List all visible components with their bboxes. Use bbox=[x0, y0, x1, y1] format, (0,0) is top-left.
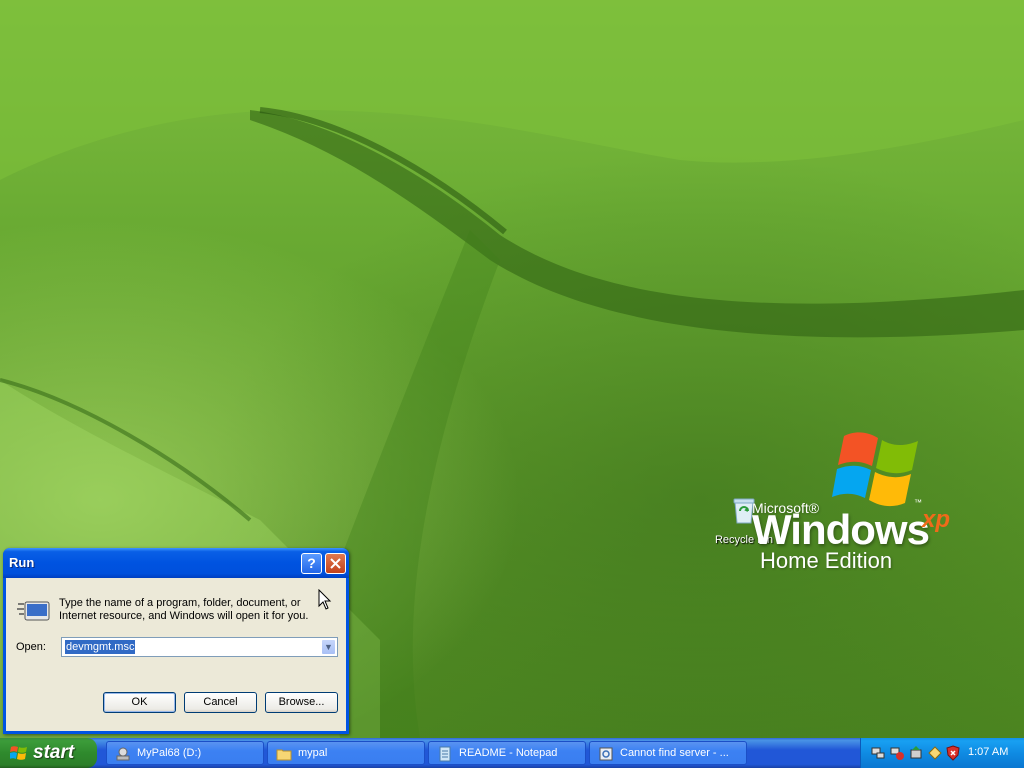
windows-flag-icon bbox=[10, 746, 27, 760]
taskbar-button-label: README - Notepad bbox=[459, 747, 558, 759]
update-icon[interactable] bbox=[927, 745, 943, 761]
close-icon bbox=[330, 558, 341, 569]
start-label: start bbox=[33, 742, 75, 763]
windows-xp-logo: Microsoft® Windows ™ xp Home Edition bbox=[752, 428, 982, 578]
taskbar-button-browser[interactable]: Cannot find server - ... bbox=[589, 741, 747, 765]
start-button[interactable]: start bbox=[0, 738, 97, 768]
cancel-button[interactable]: Cancel bbox=[184, 692, 257, 713]
clock[interactable]: 1:07 AM bbox=[968, 746, 1008, 758]
taskbar-button-label: Cannot find server - ... bbox=[620, 747, 729, 759]
taskbar-button-readme-notepad[interactable]: README - Notepad bbox=[428, 741, 586, 765]
safely-remove-icon[interactable] bbox=[908, 745, 924, 761]
network-alert-icon[interactable] bbox=[889, 745, 905, 761]
chevron-down-icon: ▼ bbox=[324, 642, 333, 652]
run-dialog-title: Run bbox=[9, 555, 35, 570]
open-combobox[interactable]: devmgmt.msc ▼ bbox=[61, 637, 338, 657]
help-icon: ? bbox=[307, 555, 316, 571]
taskbar: start MyPal68 (D:) mypal README - Notepa… bbox=[0, 738, 1024, 768]
help-button[interactable]: ? bbox=[301, 553, 322, 574]
open-input-value[interactable]: devmgmt.msc bbox=[65, 640, 136, 654]
run-program-icon bbox=[17, 601, 50, 621]
browse-button[interactable]: Browse... bbox=[265, 692, 338, 713]
system-tray: 1:07 AM bbox=[860, 738, 1024, 768]
run-dialog-body: Type the name of a program, folder, docu… bbox=[6, 578, 346, 731]
run-dialog: Run ? Type the name of a program, folder… bbox=[3, 548, 349, 734]
drive-icon bbox=[116, 747, 130, 761]
taskbar-button-label: MyPal68 (D:) bbox=[137, 747, 202, 759]
folder-icon bbox=[276, 749, 292, 761]
network-icon[interactable] bbox=[870, 745, 886, 761]
browser-icon bbox=[599, 747, 613, 761]
run-description: Type the name of a program, folder, docu… bbox=[59, 597, 309, 622]
dropdown-button[interactable]: ▼ bbox=[321, 639, 336, 655]
windows-wordmark: Windows bbox=[752, 506, 930, 553]
taskbar-button-mypal-folder[interactable]: mypal bbox=[267, 741, 425, 765]
mouse-cursor-icon bbox=[318, 589, 332, 610]
trademark-mark: ™ bbox=[914, 498, 922, 507]
taskbar-button-label: mypal bbox=[298, 747, 328, 759]
edition-label: Home Edition bbox=[760, 548, 893, 573]
ok-button[interactable]: OK bbox=[103, 692, 176, 713]
run-dialog-titlebar[interactable]: Run ? bbox=[3, 548, 349, 578]
taskbar-button-mypal68-drive[interactable]: MyPal68 (D:) bbox=[106, 741, 264, 765]
xp-wordmark: xp bbox=[922, 506, 951, 533]
open-label: Open: bbox=[16, 641, 46, 653]
notepad-icon bbox=[439, 746, 451, 762]
close-button[interactable] bbox=[325, 553, 346, 574]
security-center-icon[interactable] bbox=[945, 745, 961, 761]
